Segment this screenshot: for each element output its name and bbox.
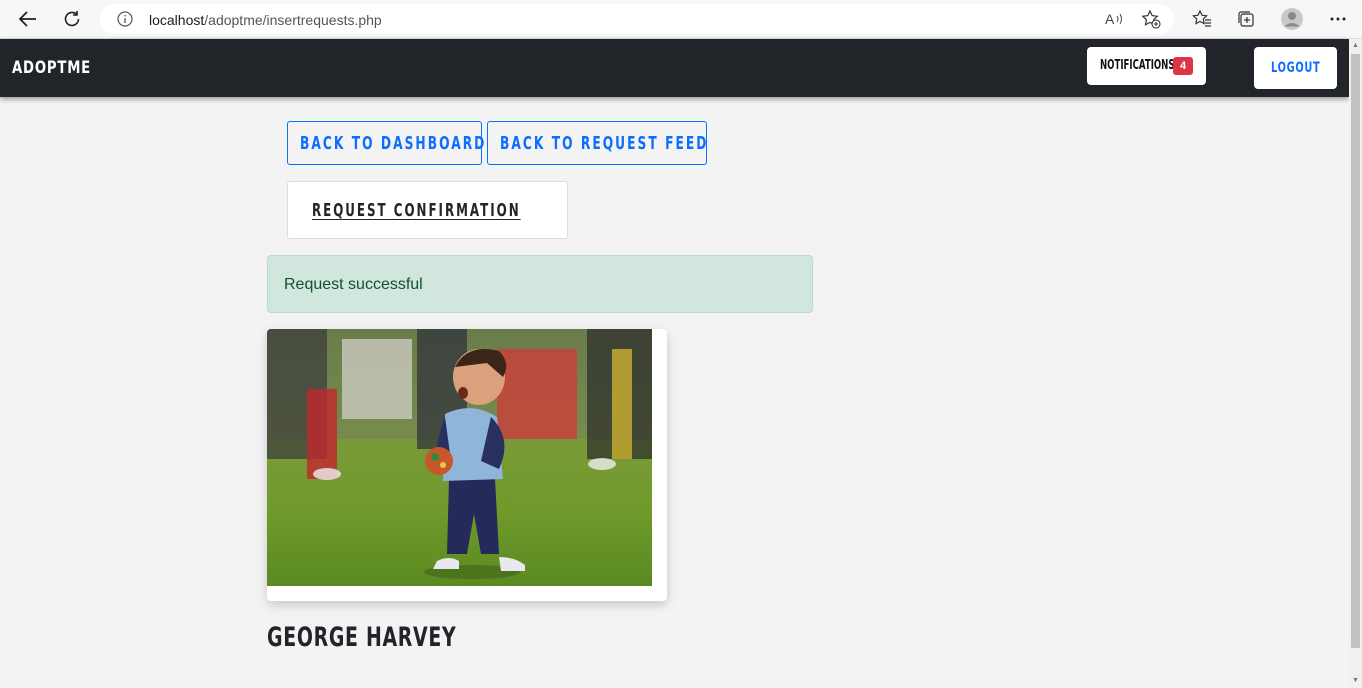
- url-host: localhost: [149, 12, 205, 28]
- refresh-icon[interactable]: [58, 6, 86, 32]
- collections-icon[interactable]: [1234, 8, 1258, 30]
- brand-logo[interactable]: ADOPTME: [12, 58, 91, 78]
- svg-text:A: A: [1105, 11, 1115, 27]
- child-card: [267, 329, 667, 601]
- url-text: localhost/adoptme/insertrequests.php: [149, 12, 382, 28]
- scroll-down-arrow-icon[interactable]: ▼: [1351, 676, 1360, 686]
- back-to-request-feed-button[interactable]: BACK TO REQUEST FEED: [487, 121, 707, 165]
- back-to-dashboard-button[interactable]: BACK TO DASHBOARD: [287, 121, 484, 165]
- back-icon[interactable]: [14, 6, 42, 32]
- back-to-dashboard-label: BACK TO DASHBOARD: [300, 133, 487, 154]
- notifications-count-badge: 4: [1173, 57, 1193, 75]
- alert-message: Request successful: [284, 276, 423, 293]
- more-icon[interactable]: [1326, 8, 1350, 30]
- app-navbar: ADOPTME NOTIFICATIONS 4 LOGOUT: [0, 39, 1349, 97]
- browser-toolbar: localhost/adoptme/insertrequests.php A: [0, 0, 1362, 39]
- back-to-request-feed-label: BACK TO REQUEST FEED: [500, 133, 709, 154]
- favorites-icon[interactable]: [1190, 8, 1214, 30]
- profile-icon[interactable]: [1280, 8, 1304, 30]
- page-scrollbar[interactable]: ▲ ▼: [1349, 39, 1362, 688]
- success-alert: Request successful: [267, 255, 813, 313]
- info-icon[interactable]: [117, 11, 133, 32]
- logout-button[interactable]: LOGOUT: [1254, 47, 1337, 89]
- scroll-thumb[interactable]: [1351, 54, 1360, 648]
- request-confirmation-title: REQUEST CONFIRMATION: [312, 200, 521, 221]
- request-confirmation-header: REQUEST CONFIRMATION: [287, 181, 568, 239]
- child-name: GEORGE HARVEY: [267, 622, 457, 653]
- add-favorite-icon[interactable]: [1140, 9, 1162, 29]
- read-aloud-icon[interactable]: A: [1104, 9, 1126, 29]
- scroll-up-arrow-icon[interactable]: ▲: [1351, 41, 1360, 51]
- notifications-button[interactable]: NOTIFICATIONS 4: [1087, 47, 1206, 85]
- child-photo: [267, 329, 652, 586]
- url-path: /adoptme/insertrequests.php: [204, 12, 382, 28]
- logout-label: LOGOUT: [1271, 60, 1321, 76]
- notifications-label: NOTIFICATIONS: [1100, 58, 1175, 73]
- address-bar[interactable]: localhost/adoptme/insertrequests.php A: [100, 4, 1174, 34]
